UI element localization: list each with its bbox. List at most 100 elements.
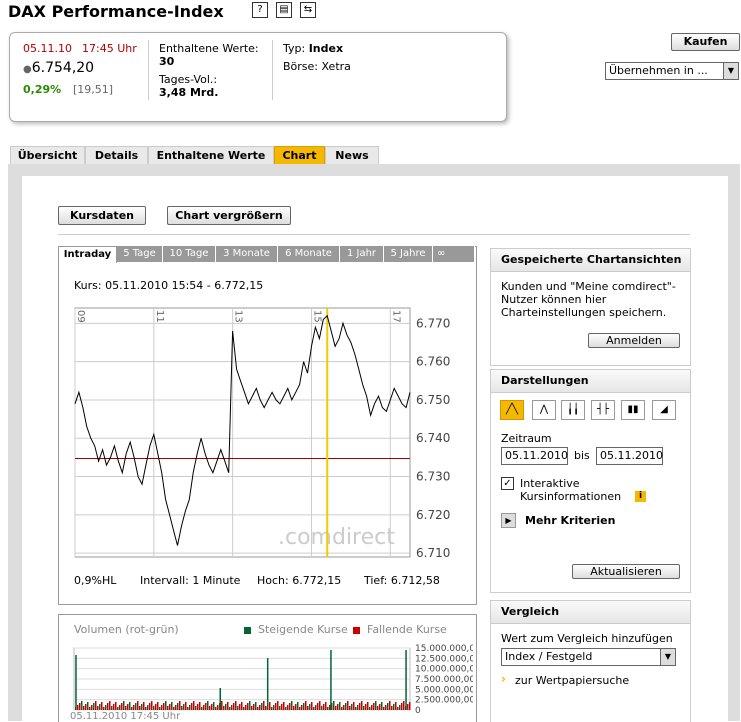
range-tab-3m[interactable]: 3 Monate (216, 246, 278, 262)
line-chart-icon[interactable]: ╱╲ (500, 400, 524, 420)
volume-bar (221, 701, 223, 710)
info-icon[interactable]: i (635, 491, 646, 502)
login-button[interactable]: Anmelden (588, 333, 680, 348)
volume-bar (97, 706, 99, 710)
volume-bar (111, 706, 113, 710)
buy-button[interactable]: Kaufen (671, 33, 740, 51)
candlestick-chart-icon[interactable]: ▮▮ (621, 400, 645, 420)
compare-select-value: Index / Festgeld (505, 650, 593, 663)
interactive-checkbox[interactable]: ✓ (501, 477, 514, 490)
volume-tick-label: 7.500.000,00 (415, 675, 473, 685)
volume-label: Tages-Vol.: (159, 73, 218, 86)
range-tab-5d[interactable]: 5 Tage (117, 246, 163, 262)
volume-bar (165, 701, 167, 710)
range-tab-10d[interactable]: 10 Tage (163, 246, 216, 262)
volume-bar (271, 707, 273, 710)
volume-bar (261, 703, 263, 710)
ohlc-chart-icon[interactable]: ╽╽ (561, 400, 585, 420)
volume-bar (173, 707, 175, 710)
help-icon[interactable]: ? (252, 2, 268, 18)
compare-select[interactable]: Index / Festgeld ▼ (501, 648, 676, 666)
volume-bar (159, 707, 161, 710)
range-tab-intraday[interactable]: Intraday (58, 246, 117, 263)
volume-bar (293, 706, 295, 710)
range-tab-6m[interactable]: 6 Monate (278, 246, 340, 262)
volume-bar (299, 707, 301, 710)
volume-bar (101, 702, 103, 710)
adopt-select[interactable]: Übernehmen in ... ▼ (605, 62, 739, 80)
volume-bar (113, 704, 115, 710)
volume-bar (393, 704, 395, 710)
tab-constituents[interactable]: Enthaltene Werte (148, 146, 274, 165)
print-icon[interactable]: ▤ (276, 2, 292, 18)
volume-bar (321, 706, 323, 710)
volume-timestamp: 05.11.2010 17:45 Uhr (70, 711, 181, 722)
share-icon[interactable]: ⇆ (300, 2, 316, 18)
bar-chart-icon[interactable]: ┤├ (591, 400, 615, 420)
volume-bar (133, 705, 135, 710)
volume-bar (85, 704, 87, 710)
expand-arrow-icon[interactable]: ▶ (501, 513, 516, 528)
volume-bar (355, 707, 357, 710)
refresh-button[interactable]: Aktualisieren (572, 564, 680, 579)
volume-bar (95, 701, 97, 710)
volume-bar (307, 706, 309, 710)
area-chart-icon[interactable]: ◢ (652, 400, 676, 420)
range-tab-5y[interactable]: 5 Jahre (384, 246, 433, 262)
x-tick-label: 13 (233, 310, 244, 323)
period-from-input[interactable]: 05.11.2010 (501, 447, 568, 465)
volume-bar (233, 703, 235, 710)
quote-date: 05.11.10 (23, 42, 72, 55)
quote-change-pct: 0,29% (23, 83, 62, 96)
tab-chart[interactable]: Chart (274, 146, 325, 165)
range-tab-1y[interactable]: 1 Jahr (340, 246, 384, 262)
volume-bar (109, 701, 111, 710)
volume-bar (253, 704, 255, 710)
interactive-label: Interaktive Kursinformationen (520, 477, 622, 503)
plot-area (74, 307, 411, 558)
period-label: Zeitraum (501, 432, 552, 445)
volume-bar (387, 703, 389, 710)
page-title: DAX Performance-Index (8, 2, 224, 21)
divider (272, 40, 273, 100)
volume-bar (373, 703, 375, 710)
security-search-link[interactable]: zur Wertpapiersuche (515, 674, 629, 687)
volume-bar (395, 702, 397, 710)
price-chart[interactable]: 09 11 13 15 17 6.770 6.760 6.750 6.740 6.730 6.720… (60, 300, 460, 565)
volume-bar (403, 701, 405, 710)
volume-bar (163, 703, 165, 710)
tab-details[interactable]: Details (85, 146, 148, 165)
volume-bar (341, 707, 343, 710)
volume-bar (93, 703, 95, 710)
volume-bar (229, 707, 231, 710)
volume-bar (145, 707, 147, 710)
volume-tick-label: 0 (415, 706, 421, 715)
range-tab-max[interactable]: ∞ (433, 246, 475, 262)
period-to-input[interactable]: 05.11.2010 (596, 447, 663, 465)
enlarge-chart-button[interactable]: Chart vergrößern (167, 206, 291, 225)
period-to-label: bis (574, 449, 590, 462)
x-tick-label: 15 (311, 310, 322, 323)
volume-bar (191, 703, 193, 710)
more-criteria-link[interactable]: Mehr Kriterien (525, 514, 615, 527)
contained-value: 30 (159, 55, 175, 68)
adopt-select-value: Übernehmen in ... (609, 64, 708, 77)
volume-bar (389, 701, 391, 710)
quote-price-row: ●6.754,20 (23, 60, 94, 76)
volume-bar (249, 701, 251, 710)
volume-bar (129, 702, 131, 710)
volume-bar (157, 702, 159, 710)
quote-change-abs: [19,51] (73, 83, 114, 96)
volume-bar (167, 706, 169, 710)
volume-bar (277, 701, 279, 710)
volume-bar (199, 702, 201, 710)
type-row: Typ: Index (283, 42, 343, 55)
tab-overview[interactable]: Übersicht (10, 146, 85, 165)
volume-bar (115, 702, 117, 710)
volume-bar (89, 707, 91, 710)
kursdaten-button[interactable]: Kursdaten (58, 206, 146, 225)
tab-news[interactable]: News (325, 146, 379, 165)
mountain-chart-icon[interactable]: ⋀ (532, 400, 556, 420)
volume-bar (343, 705, 345, 710)
volume-bar (353, 702, 355, 710)
